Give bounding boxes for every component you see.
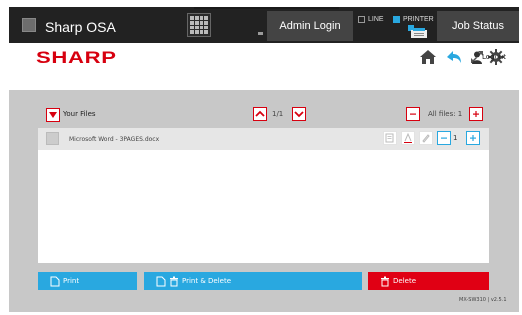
print-label: Print	[63, 277, 80, 285]
copies-minus-button[interactable]	[437, 131, 451, 145]
version-label: MX-SW310 | v2.5.1	[459, 297, 507, 303]
chevron-up-icon	[255, 110, 265, 117]
top-accent-bar	[194, 7, 339, 9]
delete-button[interactable]: Delete	[368, 272, 489, 290]
document-preview-icon	[385, 133, 394, 143]
page-up-button[interactable]	[253, 107, 267, 121]
page-indicator: 1/1	[272, 110, 284, 118]
caret-down-icon	[49, 112, 57, 118]
printer-icon	[408, 25, 427, 38]
line-status-indicator	[358, 16, 365, 23]
plus-icon	[470, 135, 476, 141]
files-header: Your Files 1/1 All files: 1	[38, 104, 489, 124]
collapse-files-button[interactable]	[46, 108, 60, 122]
print-and-delete-button[interactable]: Print & Delete	[144, 272, 362, 290]
minus-icon	[441, 137, 447, 139]
chevron-down-icon	[294, 111, 304, 118]
printer-status-label: PRINTER	[403, 16, 434, 23]
minus-icon	[410, 113, 416, 115]
files-title: Your Files	[63, 110, 96, 118]
file-list: Microsoft Word - 3PAGES.docx 1	[38, 128, 489, 263]
printer-status-indicator	[393, 16, 400, 23]
document-icon	[156, 276, 166, 286]
app-title: Sharp OSA	[45, 19, 116, 35]
all-files-count: All files: 1	[428, 110, 463, 118]
admin-login-button[interactable]: Admin Login	[267, 11, 353, 41]
action-bar: Print Print & Delete Delete	[38, 272, 489, 290]
copies-plus-button[interactable]	[466, 131, 480, 145]
file-checkbox[interactable]	[46, 132, 59, 145]
home-icon[interactable]	[419, 48, 437, 66]
print-button[interactable]: Print	[38, 272, 137, 290]
all-files-minus-button[interactable]	[406, 107, 420, 121]
plus-icon	[473, 111, 479, 117]
copies-count: 1	[453, 134, 458, 142]
edit-button[interactable]	[419, 131, 433, 145]
trash-icon	[170, 276, 178, 286]
text-settings-icon	[404, 132, 412, 143]
file-name: Microsoft Word - 3PAGES.docx	[69, 136, 160, 143]
page-down-button[interactable]	[292, 107, 306, 121]
line-status: LINE	[358, 16, 384, 23]
user-icon[interactable]	[472, 51, 482, 64]
file-row[interactable]: Microsoft Word - 3PAGES.docx 1	[38, 128, 489, 150]
sharp-logo: SHARP	[36, 48, 117, 67]
job-status-button[interactable]: Job Status	[437, 11, 519, 41]
files-panel: Your Files 1/1 All files: 1 Microsoft Wo…	[38, 104, 489, 263]
print-settings-button[interactable]	[401, 131, 415, 145]
trash-icon	[381, 276, 389, 286]
logout-link[interactable]: Logout	[482, 53, 506, 61]
print-and-delete-label: Print & Delete	[182, 277, 232, 285]
delete-label: Delete	[393, 277, 416, 285]
app-icon	[22, 18, 36, 32]
printer-status: PRINTER	[393, 16, 434, 23]
preview-button[interactable]	[383, 131, 397, 145]
line-status-label: LINE	[368, 16, 384, 23]
back-arrow-icon[interactable]	[445, 48, 463, 66]
top-bar: Sharp OSA Admin Login LINE PRINTER Job S…	[9, 7, 519, 43]
keypad-icon[interactable]	[187, 13, 211, 37]
document-icon	[50, 276, 60, 286]
all-files-plus-button[interactable]	[469, 107, 483, 121]
keypad-caret-icon	[258, 32, 263, 35]
pencil-icon	[422, 134, 430, 143]
